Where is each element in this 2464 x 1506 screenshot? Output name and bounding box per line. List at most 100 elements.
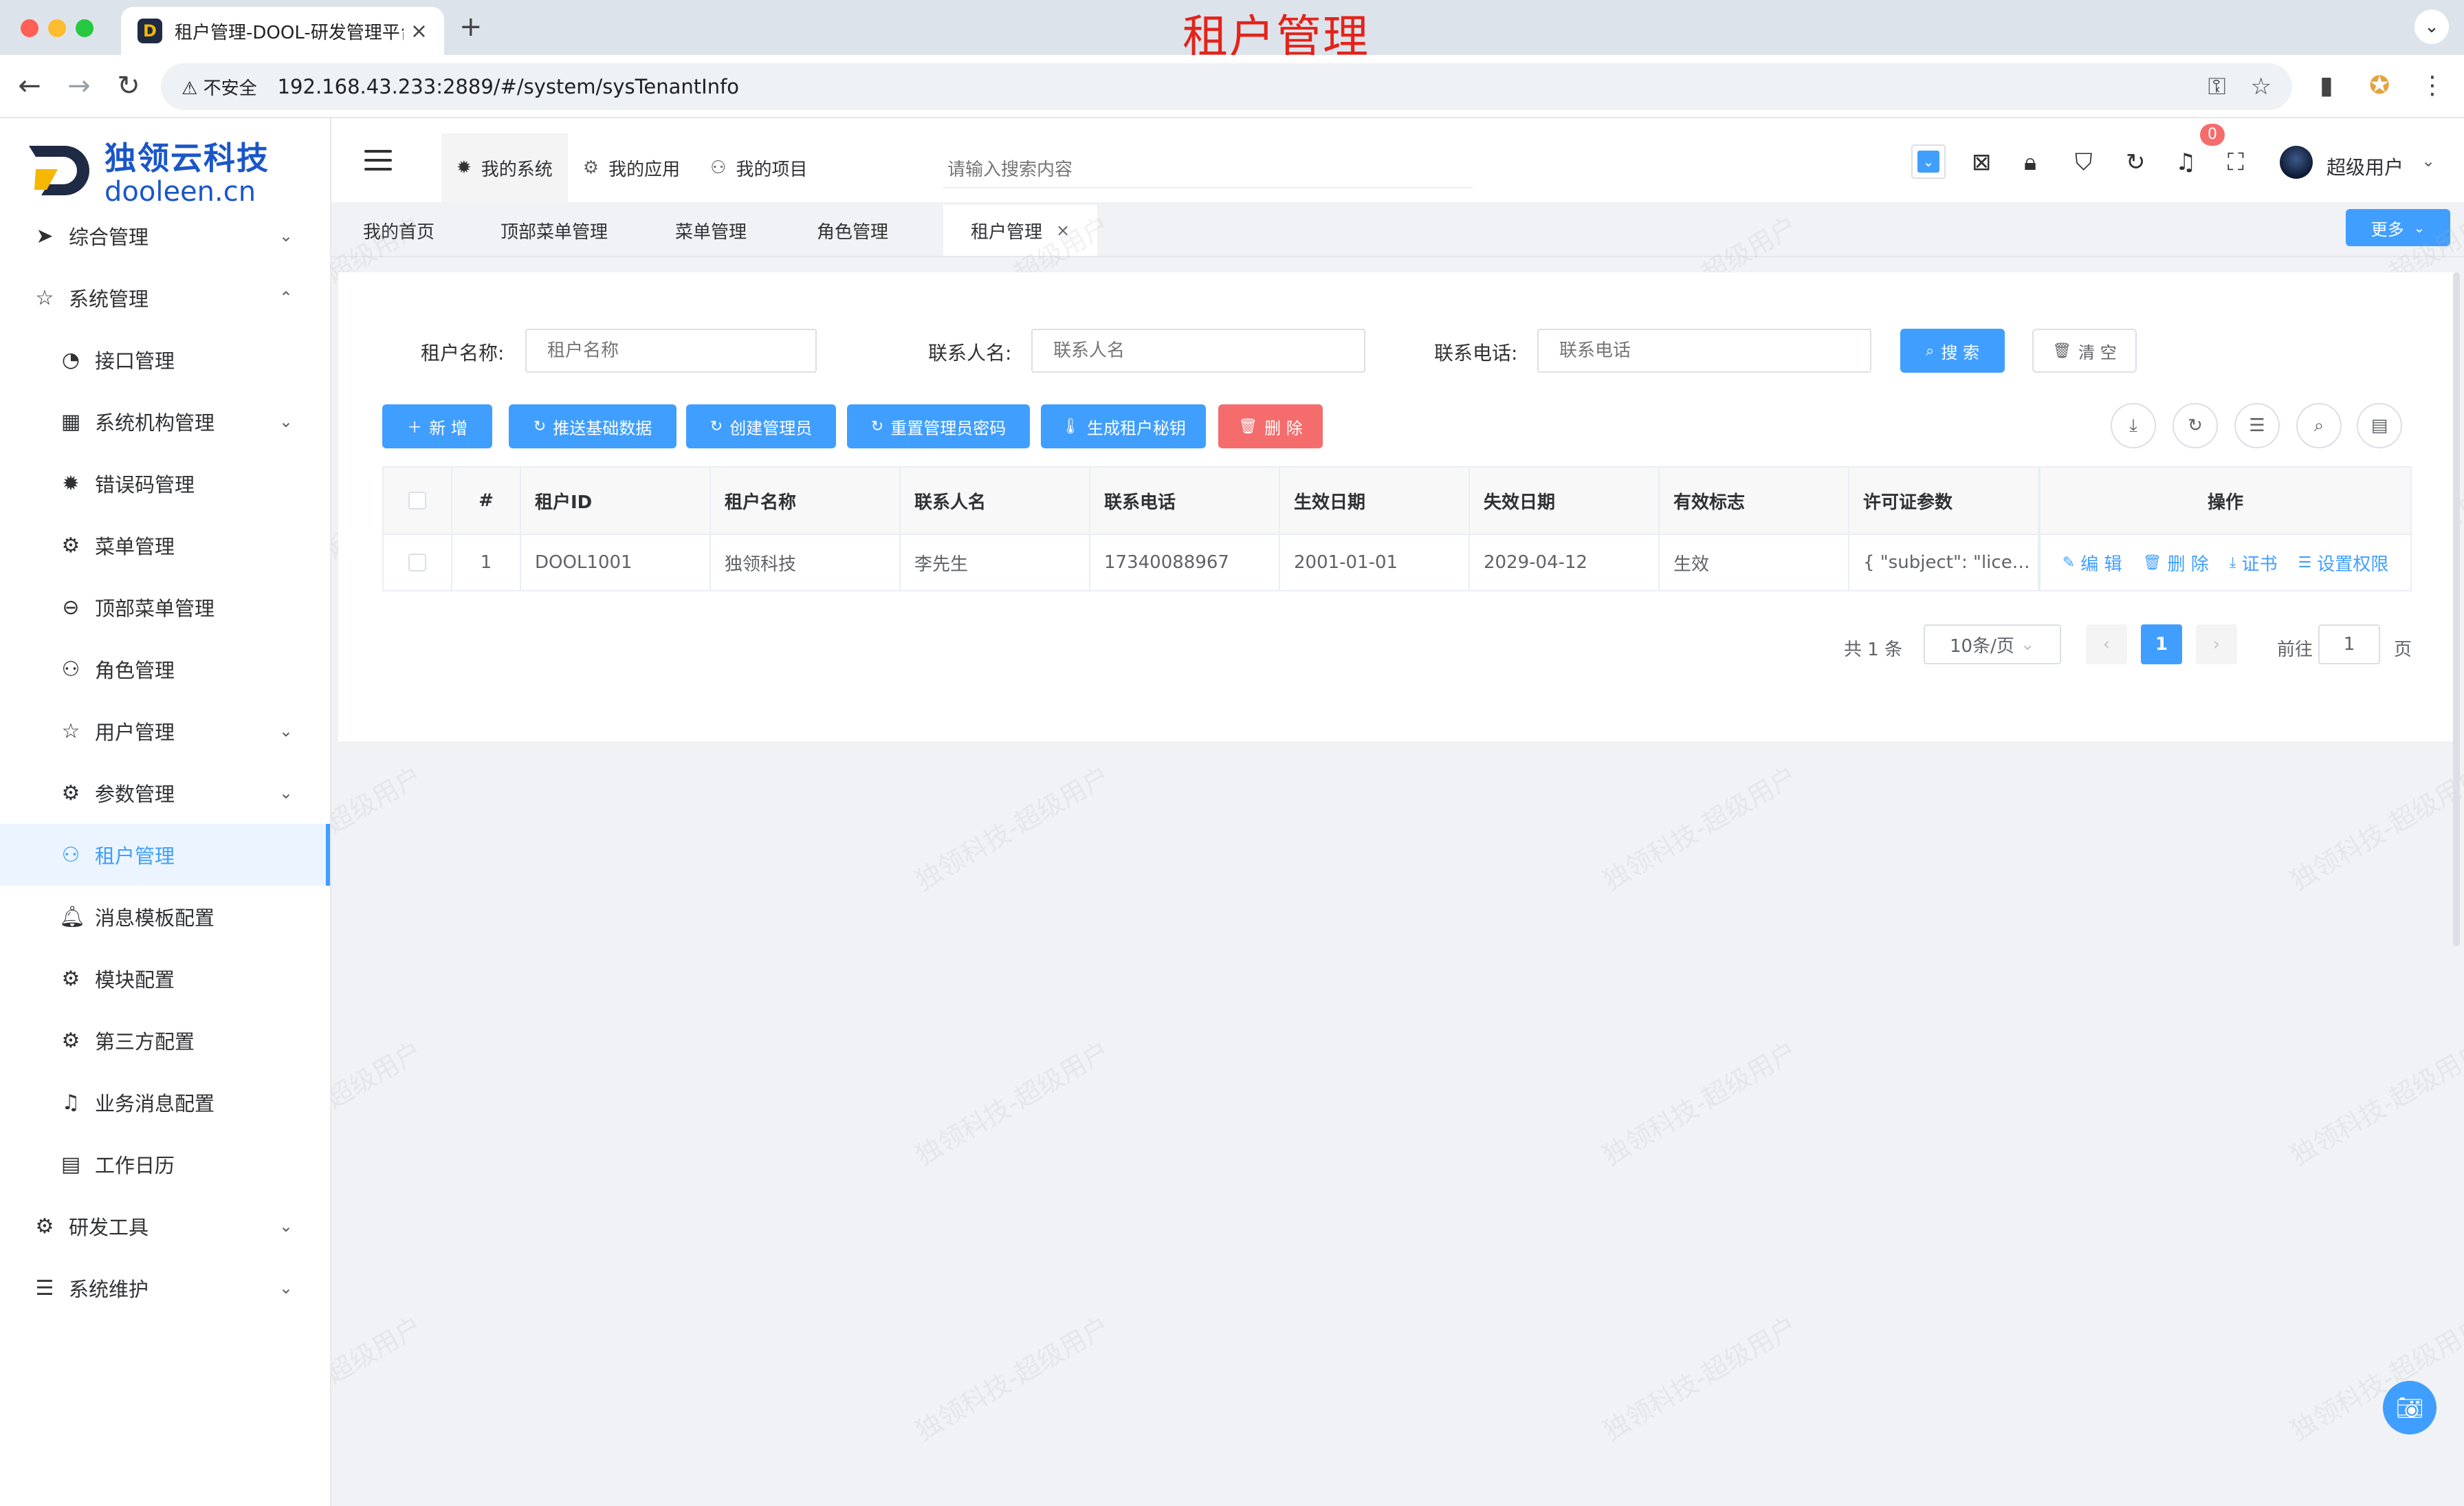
next-page-button[interactable]: ›	[2196, 624, 2237, 664]
top-menu-my-system[interactable]: ✹ 我的系统	[441, 133, 568, 202]
page-size-select[interactable]: 10条/页 ⌄	[1924, 624, 2061, 664]
camera-icon[interactable]: 📷︎	[2383, 1381, 2436, 1434]
maximize-window-button[interactable]	[76, 19, 94, 37]
columns-filter-icon[interactable]: ☰	[2234, 403, 2280, 448]
reload-icon[interactable]: ↻	[111, 70, 146, 102]
sidebar-item-tenant[interactable]: ⚇ 租户管理	[0, 824, 330, 886]
sidebar-item-params[interactable]: ⚙ 参数管理 ⌄	[0, 762, 330, 824]
tab-search-chevron-icon[interactable]: ⌄	[2414, 10, 2449, 44]
close-icon[interactable]: ×	[1056, 221, 1070, 240]
column-header: 租户名称	[711, 468, 901, 534]
sidebar-item-org[interactable]: ▦ 系统机构管理 ⌄	[0, 391, 330, 452]
certificate-button[interactable]: ⤓ 证书	[2230, 550, 2278, 576]
sidebar-item-top-menu[interactable]: ⊖ 顶部菜单管理	[0, 576, 330, 638]
push-base-data-button[interactable]: ↻ 推送基础数据	[509, 404, 676, 448]
header-search-input[interactable]	[943, 153, 1473, 188]
push-base-data-label: 推送基础数据	[553, 418, 652, 438]
tag-role[interactable]: 角色管理	[799, 205, 906, 256]
profile-extension-icon[interactable]: ✪	[2369, 72, 2390, 100]
tag-top-menu[interactable]: 顶部菜单管理	[483, 205, 626, 256]
prev-page-button[interactable]: ‹	[2086, 624, 2127, 664]
chrome-menu-icon[interactable]: ⋮	[2420, 72, 2445, 100]
select-all-checkbox[interactable]	[408, 492, 426, 510]
browser-tab-active[interactable]: D 租户管理-DOOL-研发管理平台 ×	[121, 7, 444, 55]
tag-menu[interactable]: 菜单管理	[657, 205, 764, 256]
tag-tenant[interactable]: 租户管理 ×	[943, 205, 1098, 256]
tab-close-icon[interactable]: ×	[410, 19, 428, 43]
chevron-down-icon: ⌄	[2413, 219, 2426, 236]
ruler-icon[interactable]: ⊠	[1972, 149, 1992, 176]
sidebar-item-label: 参数管理	[95, 783, 175, 806]
chevron-down-icon: ⌄	[1917, 151, 1939, 173]
back-arrow-icon[interactable]: ←	[12, 70, 47, 102]
sidebar-item-menu[interactable]: ⚙ 菜单管理	[0, 514, 330, 576]
sidebar-item-api[interactable]: ◔ 接口管理	[0, 329, 330, 391]
watermark-text: 独领科技-超级用户	[910, 1311, 1115, 1447]
reset-admin-password-button[interactable]: ↻ 重置管理员密码	[847, 404, 1030, 448]
brand-logo[interactable]: 独领云科技 dooleen.cn	[26, 133, 270, 208]
create-admin-button[interactable]: ↻ 创建管理员	[686, 404, 836, 448]
bookmark-star-icon[interactable]: ☆	[2251, 73, 2272, 100]
sidebar-item-user[interactable]: ☆ 用户管理 ⌄	[0, 700, 330, 762]
row-delete-button[interactable]: 🗑︎ 删 除	[2143, 550, 2209, 576]
chevron-down-icon[interactable]: ⌄	[2421, 151, 2435, 171]
close-window-button[interactable]	[21, 19, 38, 37]
url-field[interactable]: ⚠ 不安全 192.168.43.233:2889/#/system/sysTe…	[161, 63, 2292, 110]
search-icon[interactable]: ⌕	[2296, 403, 2342, 448]
fullscreen-icon[interactable]: ⛶	[2228, 149, 2244, 176]
document-icon[interactable]: ▤	[2357, 403, 2402, 448]
new-tab-button[interactable]: +	[459, 11, 483, 43]
sidebar-item-module[interactable]: ⚙ 模块配置	[0, 948, 330, 1010]
sidebar-item-dev-tools[interactable]: ⚙ 研发工具 ⌄	[0, 1195, 330, 1257]
phone-input[interactable]	[1537, 329, 1871, 373]
goto-page-input[interactable]: 1	[2318, 624, 2380, 664]
contact-name-input[interactable]	[1031, 329, 1365, 373]
refresh-icon[interactable]: ↻	[2172, 403, 2218, 448]
sidebar-item-comprehensive[interactable]: ➤ 综合管理 ⌄	[0, 205, 330, 267]
top-menu-my-apps[interactable]: ⚙ 我的应用	[568, 133, 695, 202]
search-button[interactable]: ⌕ 搜 索	[1900, 329, 2005, 373]
sidebar-item-error-code[interactable]: ✹ 错误码管理	[0, 452, 330, 514]
dooleen-logo-icon	[29, 146, 89, 195]
side-panel-icon[interactable]: ▮	[2320, 72, 2333, 100]
top-menu-my-projects[interactable]: ⚇ 我的项目	[695, 133, 822, 202]
hamburger-icon[interactable]	[364, 150, 392, 171]
sidebar-item-third-party[interactable]: ⚙ 第三方配置	[0, 1010, 330, 1071]
edit-label: 编 辑	[2080, 554, 2122, 575]
sidebar-item-system[interactable]: ☆ 系统管理 ⌃	[0, 267, 330, 329]
sidebar-item-msg-template[interactable]: 🔔︎ 消息模板配置	[0, 886, 330, 948]
avatar[interactable]	[2280, 146, 2313, 179]
insecure-badge[interactable]: ⚠ 不安全	[182, 74, 257, 100]
lock-icon[interactable]: 🔒︎	[2024, 149, 2036, 176]
clear-button[interactable]: 🗑︎ 清 空	[2032, 329, 2137, 373]
shirt-icon[interactable]: ⛉	[2075, 149, 2093, 176]
refresh-icon: ↻	[710, 417, 723, 435]
sidebar-item-maintenance[interactable]: ☰ 系统维护 ⌄	[0, 1257, 330, 1319]
tenant-name-input[interactable]	[525, 329, 817, 373]
edit-button[interactable]: ✎ 编 辑	[2062, 550, 2122, 576]
set-permissions-button[interactable]: ☰ 设置权限	[2298, 550, 2388, 576]
bell-icon[interactable]: ♫	[2175, 149, 2196, 176]
sidebar-item-biz-msg[interactable]: ♫ 业务消息配置	[0, 1071, 330, 1133]
tenant-card: 租户名称: 联系人名: 联系电话: ⌕ 搜 索 🗑︎ 清 空 ＋ 新 增 ↻ 推送基础数…	[338, 272, 2454, 741]
sidebar-item-calendar[interactable]: ▤ 工作日历	[0, 1133, 330, 1195]
top-menu-label: 我的项目	[736, 159, 808, 180]
sidebar-item-role[interactable]: ⚇ 角色管理	[0, 638, 330, 700]
download-icon[interactable]: ⤓	[2111, 403, 2156, 448]
gen-tenant-secret-button[interactable]: 🌡︎ 生成租户秘钥	[1041, 404, 1206, 448]
page-number-current[interactable]: 1	[2141, 624, 2182, 664]
bell-solid-icon: 🔔︎	[59, 904, 86, 929]
refresh-icon: ↻	[870, 417, 884, 435]
row-checkbox[interactable]	[408, 554, 426, 571]
main-scrollbar[interactable]	[2453, 272, 2460, 946]
minimize-window-button[interactable]	[48, 19, 66, 37]
forward-arrow-icon[interactable]: →	[62, 70, 96, 102]
tag-home[interactable]: 我的首页	[345, 205, 452, 256]
theme-color-picker[interactable]: ⌄	[1911, 144, 1946, 179]
key-icon[interactable]: ⚿	[2208, 73, 2226, 100]
more-tags-button[interactable]: 更多 ⌄	[2346, 209, 2450, 246]
refresh-icon[interactable]: ↻	[2126, 149, 2146, 176]
add-button[interactable]: ＋ 新 增	[382, 404, 492, 448]
user-name[interactable]: 超级用户	[2326, 153, 2404, 180]
delete-button[interactable]: 🗑︎ 删 除	[1218, 404, 1323, 448]
